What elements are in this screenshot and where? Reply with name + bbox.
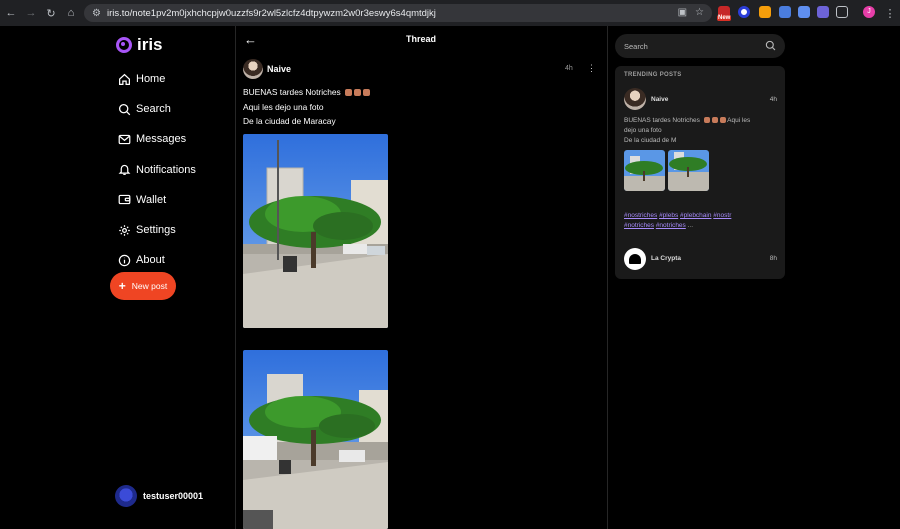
post-author-name[interactable]: Naive (267, 64, 291, 74)
trending-title: TRENDING POSTS (624, 72, 682, 78)
emoji-icon (711, 117, 718, 123)
back-arrow-icon[interactable]: ← (2, 4, 20, 22)
gear-icon (119, 224, 130, 236)
bell-icon (118, 165, 131, 176)
emoji-icon (354, 89, 362, 96)
left-sidebar: iris Home Search Messages Notifications … (0, 26, 235, 529)
menu-item-wallet[interactable]: Wallet (118, 185, 196, 215)
extension-new-badge: New (717, 15, 732, 21)
new-post-label: New post (131, 281, 168, 291)
emoji-icon (363, 89, 371, 96)
trending-text-line-2: dejo una foto (624, 127, 662, 134)
wallet-icon (118, 195, 131, 205)
menu-item-settings[interactable]: Settings (118, 215, 196, 245)
hashtag-link[interactable]: #notriches (624, 222, 654, 229)
trending-timestamp-2[interactable]: 8h (770, 255, 777, 262)
trending-author-name[interactable]: Naive (651, 96, 668, 103)
trending-text-line-1: BUENAS tardes Notriches (624, 117, 700, 124)
home-icon (119, 73, 130, 85)
thread-title: Thread (406, 34, 437, 44)
address-bar[interactable]: ⚙ iris.to/note1pv2m0jxhchcpjw0uzzfs9r2wl… (84, 4, 712, 22)
hashtag-link[interactable]: #notriches (656, 222, 686, 229)
menu-item-about[interactable]: About (118, 245, 196, 275)
browser-menu-icon[interactable]: ⋮ (881, 4, 899, 22)
search-input[interactable]: Search (615, 34, 785, 58)
search-icon[interactable] (765, 40, 776, 51)
post-image-2[interactable] (243, 350, 388, 529)
right-column: Search TRENDING POSTS Naive 4h BUENAS ta… (608, 26, 900, 529)
plus-icon: + (118, 279, 126, 293)
forward-arrow-icon[interactable]: → (22, 4, 40, 22)
extension-icon-3[interactable] (759, 6, 771, 18)
trending-author-avatar[interactable] (624, 88, 646, 110)
back-arrow-icon[interactable]: ← (244, 32, 257, 47)
user-avatar[interactable] (115, 485, 137, 507)
post-line-1: BUENAS tardes Notriches (243, 87, 341, 97)
new-post-button[interactable]: + New post (110, 272, 176, 300)
emoji-icon (345, 89, 353, 96)
bookmark-star-icon[interactable]: ☆ (695, 7, 704, 18)
post-line-2: Aqui les dejo una foto (243, 101, 324, 112)
trending-image-1[interactable] (624, 150, 665, 191)
search-icon (118, 103, 131, 116)
app-logo[interactable]: iris (116, 35, 163, 55)
menu-label-search: Search (136, 103, 171, 116)
extension-icon-2[interactable] (738, 6, 750, 18)
menu-item-search[interactable]: Search (118, 94, 196, 124)
trending-image-2[interactable] (668, 150, 709, 191)
hashtag-link[interactable]: #nostr (713, 212, 731, 219)
extension-icon-5[interactable] (798, 6, 810, 18)
search-placeholder: Search (624, 41, 648, 51)
mail-icon (118, 134, 131, 145)
menu-item-messages[interactable]: Messages (118, 124, 196, 154)
extension-icon-6[interactable] (817, 6, 829, 18)
url-text: iris.to/note1pv2m0jxhchcpjw0uzzfs9r2wl5z… (106, 7, 436, 19)
reload-icon[interactable]: ↻ (42, 4, 60, 22)
trending-text-line-1-tail: Aqui les (727, 117, 751, 124)
menu-item-notifications[interactable]: Notifications (118, 155, 196, 185)
menu-label-about: About (136, 254, 165, 267)
post-author-avatar[interactable] (243, 59, 263, 79)
thread-header: ← Thread (236, 26, 607, 54)
trending-timestamp[interactable]: 4h (770, 96, 777, 103)
menu-label-wallet: Wallet (136, 193, 167, 206)
emoji-icon (703, 117, 710, 123)
site-settings-icon[interactable]: ⚙ (92, 8, 101, 19)
trending-hashtags: #nostriches #plebs #plebchain #nostr #no… (624, 211, 779, 231)
hashtag-link[interactable]: #plebs (659, 212, 678, 219)
menu-label-messages: Messages (136, 133, 187, 146)
extension-icon-4[interactable] (779, 6, 791, 18)
thread-view: ← Thread Naive 4h ⋮ BUENAS tardes Notric… (236, 26, 607, 529)
trending-post-text[interactable]: BUENAS tardes Notriches Aqui les dejo un… (624, 116, 779, 146)
profile-avatar[interactable]: J (863, 6, 875, 18)
extensions-puzzle-icon[interactable] (836, 6, 848, 18)
install-app-icon[interactable]: ▣ (678, 7, 687, 18)
trending-posts-panel: TRENDING POSTS Naive 4h BUENAS tardes No… (615, 66, 785, 279)
home-browser-icon[interactable]: ⌂ (62, 4, 80, 22)
emoji-icon (719, 117, 726, 123)
app-name: iris (137, 35, 163, 54)
post-line-3: De la ciudad de Maracay (243, 116, 336, 126)
menu-label-home: Home (136, 73, 166, 86)
main-menu: Home Search Messages Notifications Walle… (118, 64, 196, 275)
post-content: BUENAS tardes Notriches Aqui les dejo un… (243, 85, 371, 129)
user-name: testuser00001 (143, 491, 204, 501)
current-user[interactable]: testuser00001 (115, 485, 203, 507)
post-timestamp[interactable]: 4h (565, 65, 573, 72)
info-icon (118, 254, 131, 266)
iris-logo-icon (116, 37, 132, 53)
menu-label-settings: Settings (136, 224, 176, 237)
browser-toolbar: ← → ↻ ⌂ ⚙ iris.to/note1pv2m0jxhchcpjw0uz… (0, 0, 900, 26)
menu-item-home[interactable]: Home (118, 64, 196, 94)
trending-text-line-3: De la ciudad de M (624, 137, 677, 144)
menu-label-notifications: Notifications (136, 163, 196, 176)
more-options-icon[interactable]: ⋮ (587, 63, 596, 74)
trending-author-avatar-2[interactable] (624, 248, 646, 270)
ellipsis: ... (687, 222, 694, 229)
trending-author-name-2[interactable]: La Crypta (651, 255, 681, 262)
hashtag-link[interactable]: #nostriches (624, 212, 657, 219)
post-image-1[interactable] (243, 134, 388, 328)
hashtag-link[interactable]: #plebchain (680, 212, 711, 219)
